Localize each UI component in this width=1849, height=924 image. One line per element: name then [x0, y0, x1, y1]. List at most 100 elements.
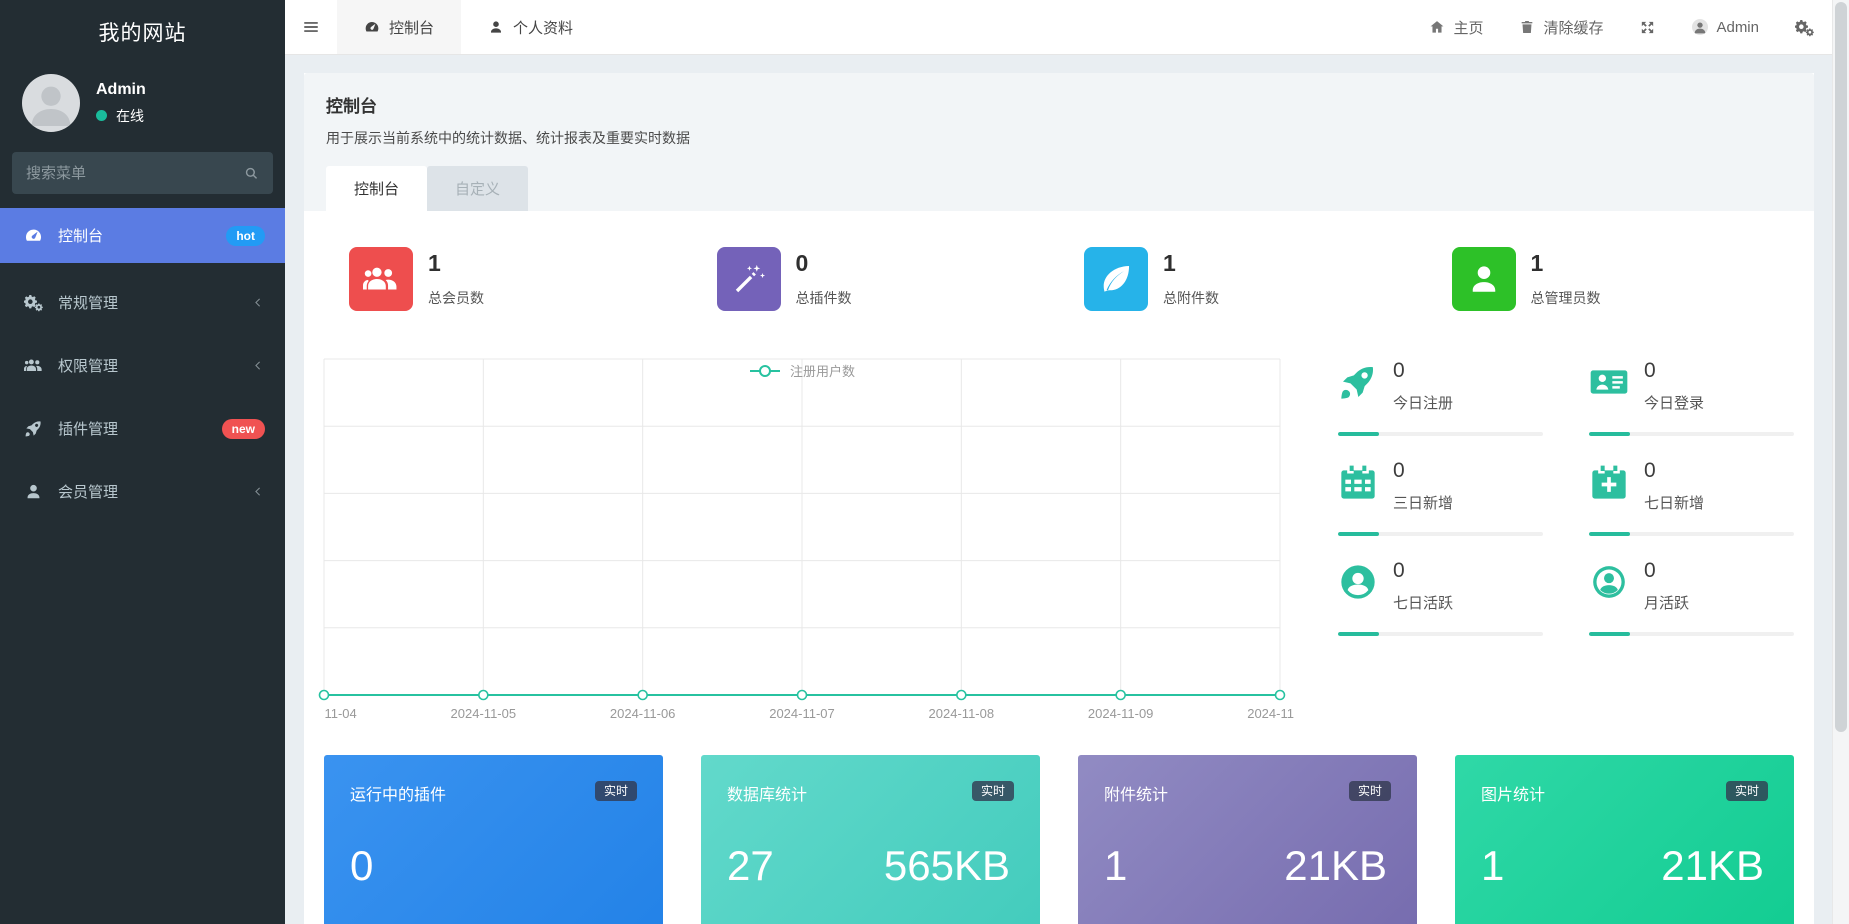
legend-marker: [749, 364, 781, 378]
x-tick-label: 2024-11-08: [929, 706, 995, 721]
x-tick-label: 2024-11-09: [1088, 706, 1154, 721]
realtime-card-1: 数据库统计实时27565KB: [701, 755, 1040, 924]
user-name: Admin: [96, 81, 146, 99]
quick-stat-value: 0: [1393, 359, 1453, 383]
navbar-tab-0[interactable]: 控制台: [337, 0, 461, 54]
progress-bar: [1338, 632, 1543, 636]
chart-plot: [324, 359, 1280, 695]
panel-tabs: 控制台自定义: [326, 166, 1792, 211]
quick-stat-label: 今日登录: [1644, 392, 1704, 413]
quick-stat-value: 0: [1644, 459, 1704, 483]
stat-label: 总管理员数: [1531, 288, 1601, 308]
realtime-card-0: 运行中的插件实时0: [324, 755, 663, 924]
navbar-tab-1[interactable]: 个人资料: [461, 0, 600, 54]
stat-icon-box: [349, 247, 413, 311]
middle-row: 注册用户数 2024-11-04 2024-11-05 2024-11-06 2024…: [324, 359, 1794, 725]
totals-row: 1总会员数0总插件数1总附件数1总管理员数: [324, 247, 1794, 311]
dashboard-icon: [24, 226, 43, 245]
progress-bar: [1338, 432, 1543, 436]
total-stat-2: 1总附件数: [1059, 247, 1427, 311]
menu-badge: hot: [226, 226, 265, 246]
x-tick-label: 2024-11-05: [451, 706, 517, 721]
navbar-right: 主页 清除缓存 Admin: [1429, 0, 1814, 54]
card-value: 0: [350, 842, 373, 890]
user-circle-o-icon: [1589, 562, 1629, 602]
home-link[interactable]: 主页: [1429, 17, 1483, 38]
gears-icon: [24, 293, 43, 312]
rocket-icon: [1338, 362, 1378, 402]
fullscreen-icon[interactable]: [1639, 19, 1656, 36]
top-navbar: 控制台 个人资料 主页 清除缓存: [285, 0, 1849, 55]
home-icon: [1429, 19, 1445, 35]
chart-legend[interactable]: 注册用户数: [324, 361, 1280, 380]
scrollbar-thumb[interactable]: [1835, 2, 1847, 732]
realtime-badge: 实时: [972, 781, 1014, 801]
x-tick-label: 2024-11-04: [324, 706, 357, 721]
avatar: [22, 74, 80, 132]
sidebar-item-4[interactable]: 会员管理: [0, 460, 285, 523]
realtime-card-2: 附件统计实时121KB: [1078, 755, 1417, 924]
quick-stat-value: 0: [1393, 459, 1453, 483]
user-menu[interactable]: Admin: [1692, 19, 1759, 36]
online-dot-icon: [96, 110, 107, 121]
realtime-card-3: 图片统计实时121KB: [1455, 755, 1794, 924]
card-value: 27: [727, 842, 774, 890]
quick-stat-label: 三日新增: [1393, 492, 1453, 513]
quick-stat-4: 0七日活跃: [1338, 559, 1543, 636]
menu-item-label: 常规管理: [58, 292, 250, 313]
panel-tab-0[interactable]: 控制台: [326, 166, 427, 211]
sidebar-item-2[interactable]: 权限管理: [0, 334, 285, 397]
realtime-badge: 实时: [1726, 781, 1768, 801]
quick-stat-value: 0: [1644, 559, 1689, 583]
search-icon[interactable]: [244, 166, 259, 181]
panel-heading: 控制台 用于展示当前系统中的统计数据、统计报表及重要实时数据 控制台自定义: [304, 73, 1814, 211]
quick-stat-label: 今日注册: [1393, 392, 1453, 413]
search-input[interactable]: [26, 165, 244, 182]
status-label: 在线: [116, 106, 144, 126]
quick-stat-0: 0 今日注册: [1338, 359, 1543, 436]
progress-bar: [1589, 432, 1794, 436]
tab-label: 个人资料: [513, 17, 573, 38]
total-stat-3: 1总管理员数: [1427, 247, 1795, 311]
card-value: 1: [1104, 842, 1127, 890]
settings-gears-icon[interactable]: [1795, 18, 1814, 37]
total-stat-0: 1总会员数: [324, 247, 692, 311]
users-icon: [363, 261, 399, 297]
stat-value: 0: [796, 250, 852, 277]
progress-bar: [1589, 632, 1794, 636]
card-size: 21KB: [1284, 842, 1387, 890]
stat-icon-box: [1452, 247, 1516, 311]
total-stat-1: 0总插件数: [692, 247, 1060, 311]
quick-stats-grid: 0 今日注册 0 今日登录 0 三日新增 0 七日新增 0七日活跃 0月活跃: [1338, 359, 1794, 725]
menu-search: [12, 152, 273, 194]
window-scrollbar[interactable]: [1832, 0, 1849, 924]
quick-stat-3: 0 七日新增: [1589, 459, 1794, 536]
panel-body: 1总会员数0总插件数1总附件数1总管理员数 注册用户数: [304, 211, 1814, 924]
quick-stat-5: 0月活跃: [1589, 559, 1794, 636]
stat-label: 总附件数: [1163, 288, 1219, 308]
x-tick-label: 2024-11-10: [1247, 706, 1294, 721]
trash-icon: [1519, 19, 1535, 35]
user-icon: [1466, 261, 1502, 297]
sidebar-item-3[interactable]: 插件管理new: [0, 397, 285, 460]
panel-tab-1[interactable]: 自定义: [427, 166, 528, 211]
card-value: 1: [1481, 842, 1504, 890]
avatar: [1692, 19, 1708, 35]
registered-users-chart: 注册用户数 2024-11-04 2024-11-05 2024-11-06 2024…: [324, 359, 1294, 725]
sidebar-item-0[interactable]: 控制台hot: [0, 208, 285, 263]
menu-item-label: 插件管理: [58, 418, 222, 439]
stat-label: 总会员数: [428, 288, 484, 308]
username-label: Admin: [1716, 19, 1759, 36]
clear-cache-link[interactable]: 清除缓存: [1519, 17, 1603, 38]
card-title: 附件统计: [1104, 781, 1168, 805]
navbar-tabs: 控制台 个人资料: [337, 0, 600, 54]
x-tick-label: 2024-11-06: [610, 706, 676, 721]
sidebar-toggle-button[interactable]: [285, 0, 337, 54]
dashboard-panel: 控制台 用于展示当前系统中的统计数据、统计报表及重要实时数据 控制台自定义 1总…: [304, 73, 1814, 924]
sidebar-item-1[interactable]: 常规管理: [0, 271, 285, 334]
user-panel: Admin 在线: [0, 64, 285, 138]
chart-x-axis: 2024-11-042024-11-052024-11-062024-11-07…: [324, 695, 1294, 725]
chevron-left-icon: [250, 358, 265, 373]
user-icon: [24, 482, 43, 501]
quick-stat-label: 七日新增: [1644, 492, 1704, 513]
